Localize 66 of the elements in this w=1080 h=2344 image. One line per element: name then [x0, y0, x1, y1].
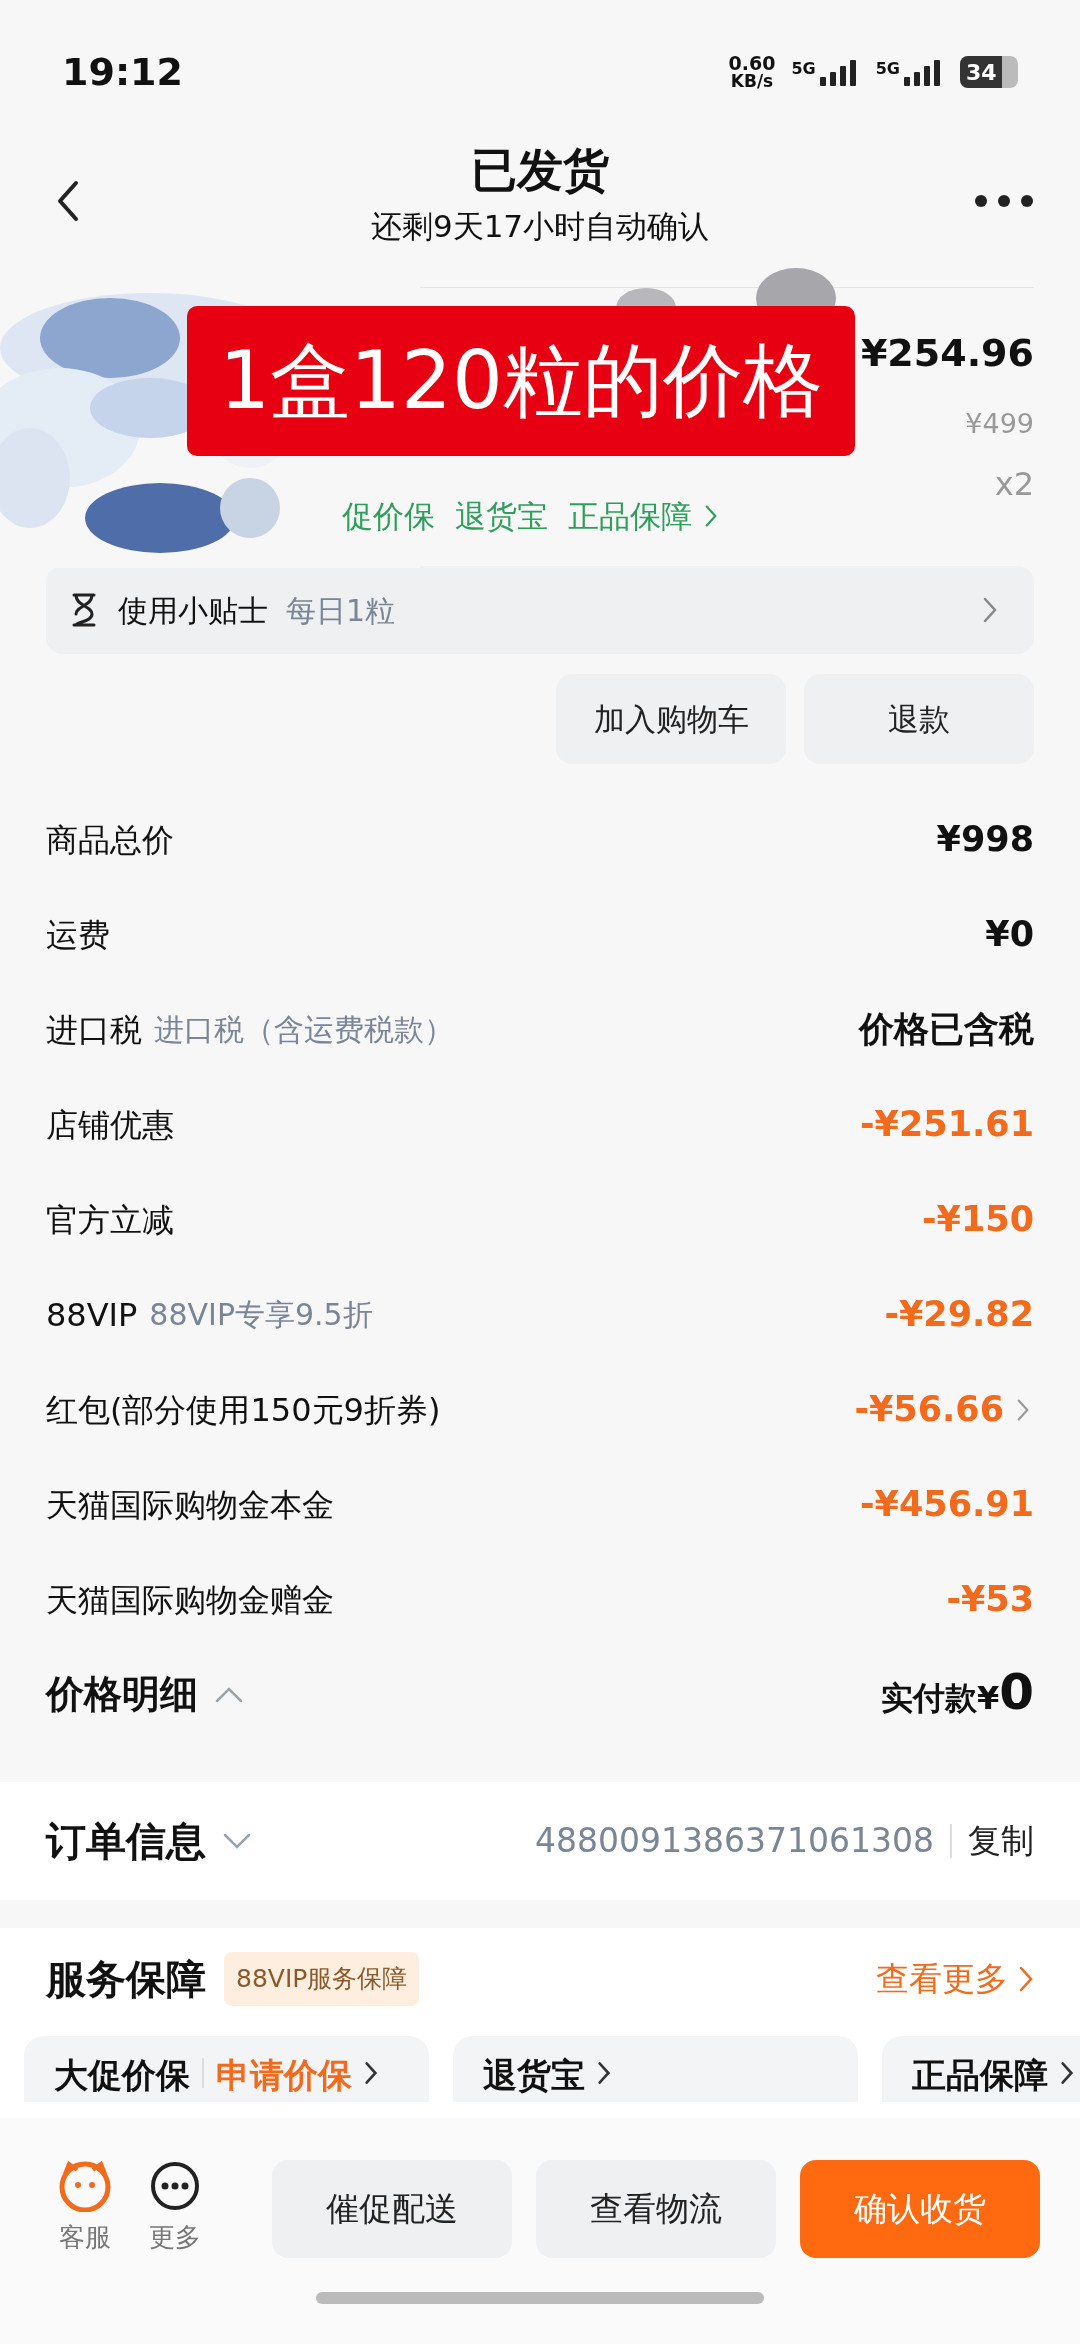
section-title: 服务保障 [46, 1955, 206, 2004]
tip-value: 每日1粒 [286, 591, 396, 630]
back-icon[interactable] [56, 180, 80, 222]
price-value: -¥56.66 [854, 1388, 1004, 1432]
service-tag: 促价保 [342, 493, 435, 540]
tip-bar[interactable]: 使用小贴士 每日1粒 [46, 566, 1034, 654]
price-label: 官方立减 [46, 1199, 174, 1241]
price-value: -¥251.61 [860, 1103, 1034, 1147]
service-tag: 正品保障 [568, 493, 692, 540]
price-value: -¥456.91 [860, 1483, 1034, 1527]
service-tag: 退货宝 [455, 493, 548, 540]
order-info-toggle[interactable]: 订单信息 [46, 1811, 252, 1871]
quantity: x2 [994, 464, 1034, 505]
network-type: 5G [791, 58, 816, 80]
price-detail-toggle[interactable]: 价格明细 [46, 1666, 244, 1723]
network-type: 5G [875, 58, 900, 80]
more-icon [149, 2160, 201, 2212]
original-price: ¥499 [965, 407, 1034, 441]
price-label: 运费 [46, 914, 110, 956]
vip-badge: 88VIP服务保障 [224, 1952, 420, 2006]
price-value: ¥0 [985, 913, 1034, 957]
chevron-right-icon [1018, 1965, 1034, 1993]
bottom-action-button[interactable]: 催促配送 [272, 2160, 512, 2258]
price-label: 天猫国际购物金赠金 [46, 1579, 334, 1621]
page-title: 已发货 [471, 142, 609, 199]
chevron-right-icon[interactable] [1016, 1397, 1030, 1422]
price-value: -¥29.82 [884, 1293, 1034, 1337]
chevron-right-icon [364, 2060, 378, 2086]
price-value: 价格已含税 [859, 1008, 1034, 1052]
price-value: ¥998 [936, 818, 1034, 862]
price-value: -¥53 [946, 1578, 1034, 1622]
price-label: 88VIP [46, 1294, 138, 1336]
paid-label: 实付款¥ [880, 1679, 1000, 1719]
price-label: 进口税 [46, 1009, 142, 1051]
bottom-bar-item[interactable]: 客服 [40, 2160, 130, 2257]
item-action-button[interactable]: 退款 [804, 674, 1034, 764]
chevron-right-icon [597, 2060, 611, 2086]
copy-button[interactable]: 复制 [968, 1816, 1034, 1866]
chevron-right-icon [982, 596, 998, 624]
price-note: 88VIP专享9.5折 [149, 1296, 373, 1334]
chevron-right-icon [704, 504, 718, 529]
network-unit: KB/s [730, 72, 774, 90]
price-label: 红包(部分使用150元9折券) [46, 1389, 441, 1431]
price-note: 进口税（含运费税款） [154, 1011, 454, 1049]
order-number: 4880091386371061308 [535, 1820, 934, 1863]
price-value: -¥150 [922, 1198, 1034, 1242]
bottom-bar-item[interactable]: 更多 [130, 2160, 220, 2257]
item-action-button[interactable]: 加入购物车 [556, 674, 786, 764]
more-icon[interactable] [974, 194, 1034, 208]
unit-price: ¥254.96 [860, 330, 1034, 377]
tip-label: 使用小贴士 [118, 591, 268, 630]
price-label: 天猫国际购物金本金 [46, 1484, 334, 1526]
price-label: 店铺优惠 [46, 1104, 174, 1146]
annotation-label: 1盒120粒的价格 [187, 306, 855, 456]
mascot-icon [57, 2160, 113, 2212]
network-speed: 0.60 [728, 54, 776, 72]
service-card[interactable]: 正品保障 [882, 2036, 1080, 2102]
auto-confirm-countdown: 还剩9天17小时自动确认 [370, 207, 710, 246]
service-card[interactable]: 退货宝 [453, 2036, 858, 2102]
price-label: 商品总价 [46, 819, 174, 861]
battery-icon: 34 [960, 56, 1018, 88]
paid-amount: 0 [999, 1667, 1034, 1717]
service-card[interactable]: 大促价保 申请价保 [24, 2036, 429, 2102]
bottom-action-button[interactable]: 查看物流 [536, 2160, 776, 2258]
chevron-right-icon [1060, 2060, 1074, 2086]
status-time: 19:12 [62, 48, 183, 96]
